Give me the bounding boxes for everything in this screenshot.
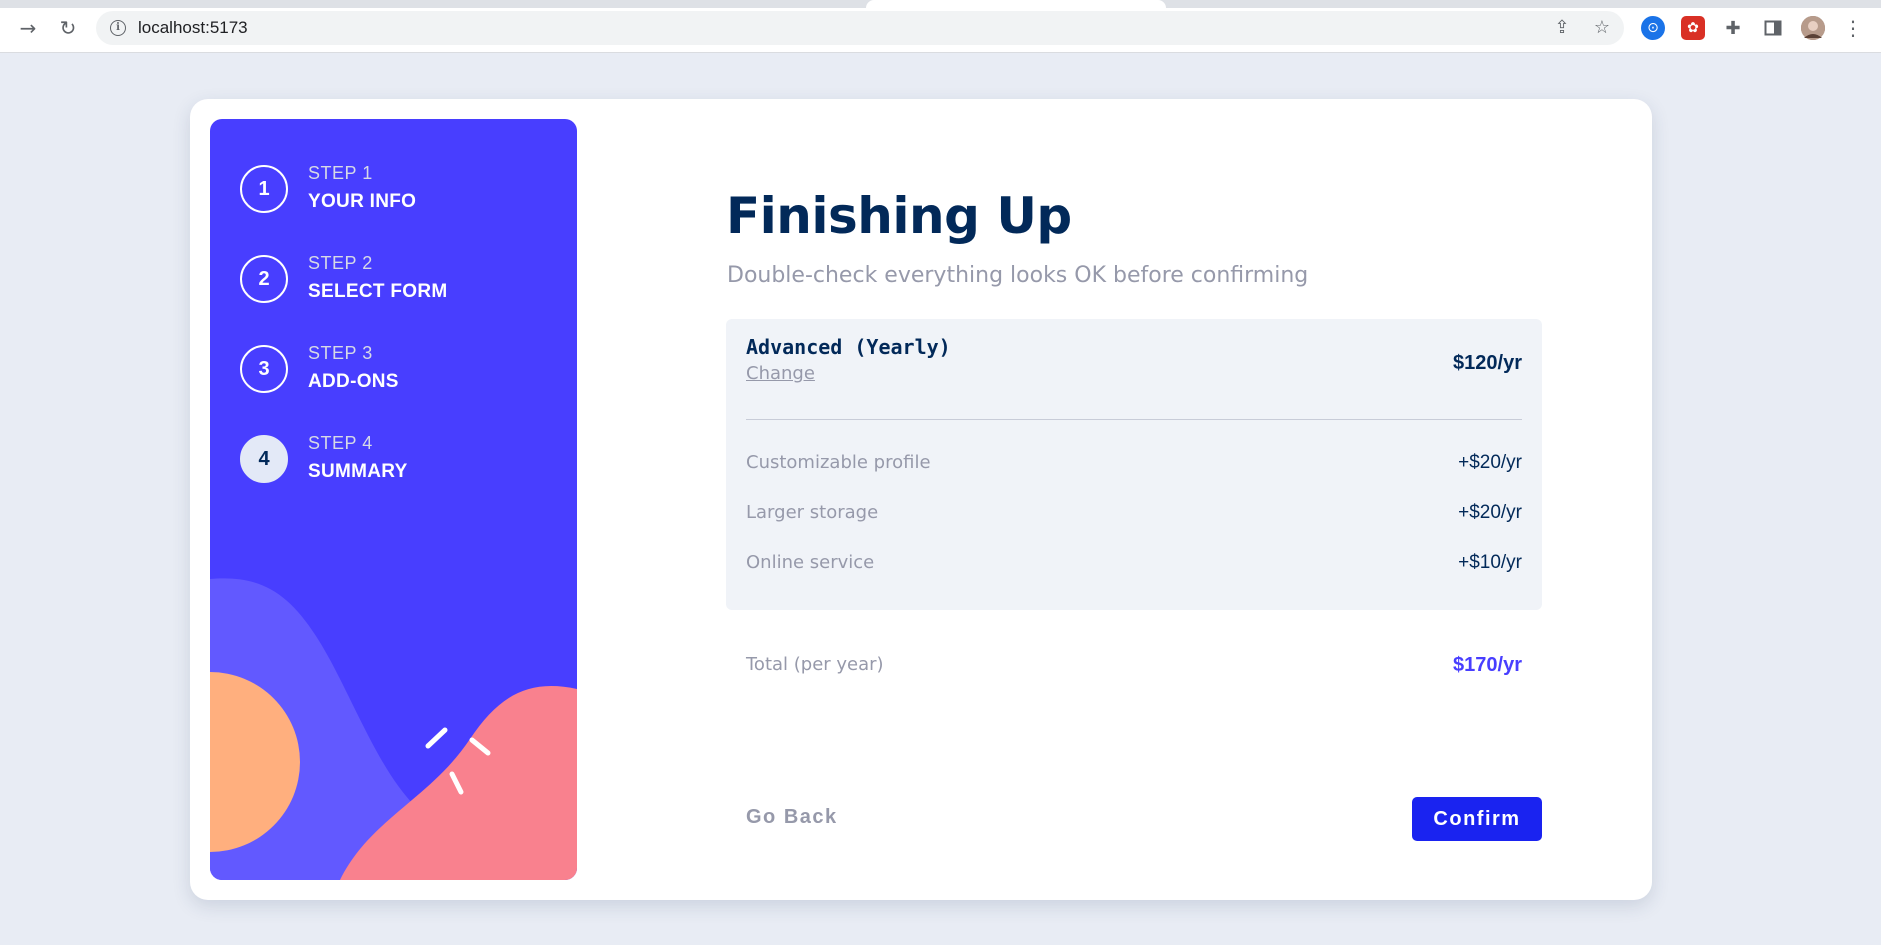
total-label: Total (per year) <box>746 654 884 675</box>
browser-toolbar: → ↻ i localhost:5173 ⇪ ☆ ⊙ ✿ ✚ ⋮ <box>0 0 1881 53</box>
divider <box>746 419 1522 420</box>
addon-row: Larger storage +$20/yr <box>746 502 1522 532</box>
address-bar[interactable]: i localhost:5173 ⇪ ☆ <box>96 11 1624 45</box>
extension-icon[interactable]: ✿ <box>1681 16 1705 40</box>
step-number: 1 <box>240 165 288 213</box>
addon-name: Larger storage <box>746 502 879 523</box>
sidebar-step-4[interactable]: 4 STEP 4 SUMMARY <box>240 433 560 485</box>
puzzle-icon[interactable]: ✚ <box>1721 16 1745 40</box>
step-label: STEP 1 <box>308 163 373 183</box>
step-title: YOUR INFO <box>308 191 417 212</box>
step-number: 3 <box>240 345 288 393</box>
menu-icon[interactable]: ⋮ <box>1841 16 1865 40</box>
share-icon[interactable]: ⇪ <box>1552 18 1572 38</box>
addon-row: Customizable profile +$20/yr <box>746 452 1522 482</box>
sidepanel-icon[interactable] <box>1761 16 1785 40</box>
sidebar-decoration <box>210 578 577 880</box>
sidebar-step-2[interactable]: 2 STEP 2 SELECT FORM <box>240 253 560 305</box>
addon-price: +$20/yr <box>1458 452 1522 473</box>
addon-name: Customizable profile <box>746 452 931 473</box>
sidebar-step-1[interactable]: 1 STEP 1 YOUR INFO <box>240 163 560 215</box>
addon-row: Online service +$10/yr <box>746 552 1522 582</box>
step-label: STEP 2 <box>308 253 373 273</box>
change-plan-link[interactable]: Change <box>746 363 815 384</box>
addon-price: +$20/yr <box>1458 502 1522 523</box>
info-icon[interactable]: i <box>110 20 126 36</box>
step-number-active: 4 <box>240 435 288 483</box>
url-text[interactable]: localhost:5173 <box>138 11 248 45</box>
step-title: SELECT FORM <box>308 281 448 302</box>
tab-strip <box>0 0 1881 8</box>
plan-price: $120/yr <box>1453 352 1522 374</box>
step-label: STEP 3 <box>308 343 373 363</box>
form-card: 1 STEP 1 YOUR INFO 2 STEP 2 SELECT FORM … <box>190 99 1652 900</box>
page-title: Finishing Up <box>726 187 1072 245</box>
sidebar: 1 STEP 1 YOUR INFO 2 STEP 2 SELECT FORM … <box>210 119 577 880</box>
step-title: SUMMARY <box>308 461 408 482</box>
step-number: 2 <box>240 255 288 303</box>
reload-icon[interactable]: ↻ <box>54 14 82 42</box>
step-label: STEP 4 <box>308 433 373 453</box>
confirm-button[interactable]: Confirm <box>1412 797 1542 841</box>
addon-price: +$10/yr <box>1458 552 1522 573</box>
plan-name: Advanced (Yearly) <box>746 335 951 359</box>
go-back-button[interactable]: Go Back <box>746 806 838 829</box>
forward-icon[interactable]: → <box>14 14 42 42</box>
sidebar-step-3[interactable]: 3 STEP 3 ADD-ONS <box>240 343 560 395</box>
avatar[interactable] <box>1801 16 1825 40</box>
total-value: $170/yr <box>1453 654 1522 676</box>
addon-name: Online service <box>746 552 875 573</box>
step-title: ADD-ONS <box>308 371 399 392</box>
extension-icon[interactable]: ⊙ <box>1641 16 1665 40</box>
summary-box: Advanced (Yearly) Change $120/yr Customi… <box>726 319 1542 610</box>
star-icon[interactable]: ☆ <box>1592 18 1612 38</box>
page-subtitle: Double-check everything looks OK before … <box>727 263 1309 288</box>
active-tab[interactable] <box>866 0 1166 8</box>
